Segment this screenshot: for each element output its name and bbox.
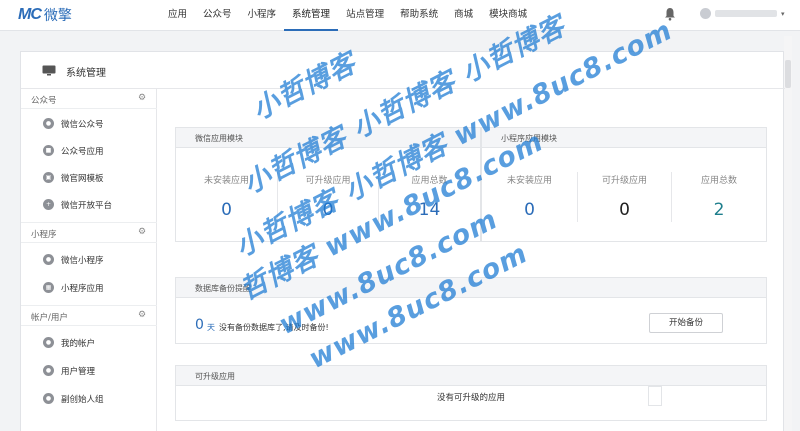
nav-item-mall[interactable]: 商城 [446, 0, 481, 31]
nav-item-site-management[interactable]: 站点管理 [338, 0, 392, 31]
founder-icon: ● [43, 393, 54, 404]
template-icon: ▣ [43, 172, 54, 183]
gear-icon[interactable]: ⚙ [138, 93, 146, 103]
panel-title: 微信应用模块 [195, 134, 243, 143]
system-management-card: 系统管理 公众号 ⚙ ● 微信公众号 ■ 公众号应用 ▣ 微官网模板 + 微信开… [20, 51, 785, 431]
empty-state-text: 没有可升级的应用 [436, 393, 505, 403]
sidebar-item-label: 小程序应用 [61, 284, 104, 294]
avatar [700, 8, 711, 19]
chevron-down-icon: ▾ [781, 9, 785, 18]
backup-panel: 数据库备份提醒 0 天 没有备份数据库了,请及时备份! 开始备份 [175, 277, 767, 344]
sidebar-group-title: 公众号 [31, 96, 57, 106]
sidebar-item-label: 微信公众号 [61, 120, 104, 130]
logo[interactable]: MC 微擎 [18, 5, 72, 25]
nav-item-help-system[interactable]: 帮助系统 [392, 0, 446, 31]
miniapp-icon: ▦ [43, 282, 54, 293]
sidebar-group-mini-programs[interactable]: 小程序 ⚙ [21, 223, 157, 243]
stat-value[interactable]: 0 [176, 200, 277, 220]
stat-total[interactable]: 应用总数 2 [672, 148, 766, 242]
scrollbar-thumb[interactable] [785, 60, 791, 88]
panel-header: 小程序应用模块 [482, 128, 766, 148]
wechat-module-panel: 微信应用模块 未安装应用 0 可升级应用 0 应用总数 14 [175, 127, 481, 242]
main-nav: 应用 公众号 小程序 系统管理 站点管理 帮助系统 商城 模块商城 [160, 0, 535, 31]
sidebar-item-official-apps[interactable]: ■ 公众号应用 [21, 137, 157, 164]
miniprogram-icon: ● [43, 254, 54, 265]
stat-label: 未安装应用 [506, 176, 552, 186]
gear-icon[interactable]: ⚙ [138, 227, 146, 237]
stat-total[interactable]: 应用总数 14 [379, 148, 480, 242]
nav-item-apps[interactable]: 应用 [160, 0, 195, 31]
stat-label: 应用总数 [411, 176, 448, 186]
sidebar-item-label: 微官网模板 [61, 174, 104, 184]
stat-value[interactable]: 0 [278, 200, 378, 220]
backup-days-count: 0 [195, 317, 204, 333]
platform-icon: + [43, 199, 54, 210]
panel-title: 小程序应用模块 [501, 134, 557, 143]
card-header: 系统管理 [21, 52, 785, 89]
stat-value[interactable]: 2 [672, 200, 766, 220]
nav-item-system-management[interactable]: 系统管理 [284, 0, 339, 31]
sidebar-item-label: 我的帐户 [61, 339, 96, 349]
stat-value[interactable]: 0 [578, 200, 671, 220]
sidebar-item-label: 副创始人组 [61, 395, 104, 405]
sidebar-group-title: 帐户/用户 [31, 313, 68, 323]
stat-label: 可升级应用 [305, 176, 351, 186]
wechat-icon: ● [43, 118, 54, 129]
stat-value[interactable]: 14 [379, 200, 480, 220]
placeholder-box [648, 386, 662, 406]
stat-label: 应用总数 [700, 176, 737, 186]
bag-icon: ■ [43, 145, 54, 156]
sidebar-item-label: 公众号应用 [61, 147, 104, 157]
users-icon: ● [43, 365, 54, 376]
panel-header: 可升级应用 [176, 366, 766, 386]
stat-label: 可升级应用 [601, 176, 647, 186]
sidebar-item-label: 用户管理 [61, 367, 96, 377]
nav-item-official-accounts[interactable]: 公众号 [195, 0, 240, 31]
sidebar-item-label: 微信小程序 [61, 256, 104, 266]
panel-title: 可升级应用 [195, 372, 235, 381]
sidebar-group-accounts-users[interactable]: 帐户/用户 ⚙ [21, 306, 157, 326]
nav-item-mini-programs[interactable]: 小程序 [240, 0, 285, 31]
logo-mark: MC [18, 6, 42, 23]
sidebar: 公众号 ⚙ ● 微信公众号 ■ 公众号应用 ▣ 微官网模板 + 微信开放平台 小… [21, 89, 157, 431]
sidebar-group-official-accounts[interactable]: 公众号 ⚙ [21, 89, 157, 109]
monitor-icon [42, 65, 56, 76]
backup-days-unit: 天 [207, 323, 215, 332]
stat-uninstalled[interactable]: 未安装应用 0 [482, 148, 577, 242]
user-menu[interactable]: ▾ [700, 8, 785, 19]
sidebar-item-mini-apps[interactable]: ▦ 小程序应用 [21, 274, 157, 301]
sidebar-item-wechat-mini[interactable]: ● 微信小程序 [21, 246, 157, 273]
sidebar-item-label: 微信开放平台 [61, 201, 113, 211]
user-name-redacted [715, 10, 777, 17]
stat-label: 未安装应用 [203, 176, 249, 186]
backup-message: 没有备份数据库了,请及时备份! [219, 323, 329, 332]
sidebar-item-vice-founder-group[interactable]: ● 副创始人组 [21, 385, 157, 412]
stat-upgradable[interactable]: 可升级应用 0 [578, 148, 671, 242]
panel-title: 数据库备份提醒 [195, 284, 251, 293]
stat-value[interactable]: 0 [482, 200, 577, 220]
nav-item-module-mall[interactable]: 模块商城 [481, 0, 535, 31]
sidebar-group-title: 小程序 [31, 230, 57, 240]
sidebar-item-microsite-templates[interactable]: ▣ 微官网模板 [21, 164, 157, 191]
mini-module-panel: 小程序应用模块 未安装应用 0 可升级应用 0 应用总数 2 [481, 127, 767, 242]
panel-header: 微信应用模块 [176, 128, 480, 148]
gear-icon[interactable]: ⚙ [138, 310, 146, 320]
panel-header: 数据库备份提醒 [176, 278, 766, 298]
sidebar-item-user-management[interactable]: ● 用户管理 [21, 357, 157, 384]
user-icon: ● [43, 337, 54, 348]
sidebar-item-open-platform[interactable]: + 微信开放平台 [21, 191, 157, 218]
scrollbar-track[interactable] [784, 36, 792, 431]
stat-upgradable[interactable]: 可升级应用 0 [278, 148, 378, 242]
sidebar-item-wechat-official[interactable]: ● 微信公众号 [21, 110, 157, 137]
page-title: 系统管理 [66, 68, 106, 79]
stat-uninstalled[interactable]: 未安装应用 0 [176, 148, 277, 242]
sidebar-item-my-account[interactable]: ● 我的帐户 [21, 329, 157, 356]
upgradable-panel: 可升级应用 没有可升级的应用 [175, 365, 767, 421]
bell-icon[interactable] [664, 7, 676, 21]
logo-text: 微擎 [43, 8, 72, 24]
start-backup-button[interactable]: 开始备份 [649, 313, 723, 333]
top-navbar: MC 微擎 应用 公众号 小程序 系统管理 站点管理 帮助系统 商城 模块商城 … [0, 0, 800, 31]
